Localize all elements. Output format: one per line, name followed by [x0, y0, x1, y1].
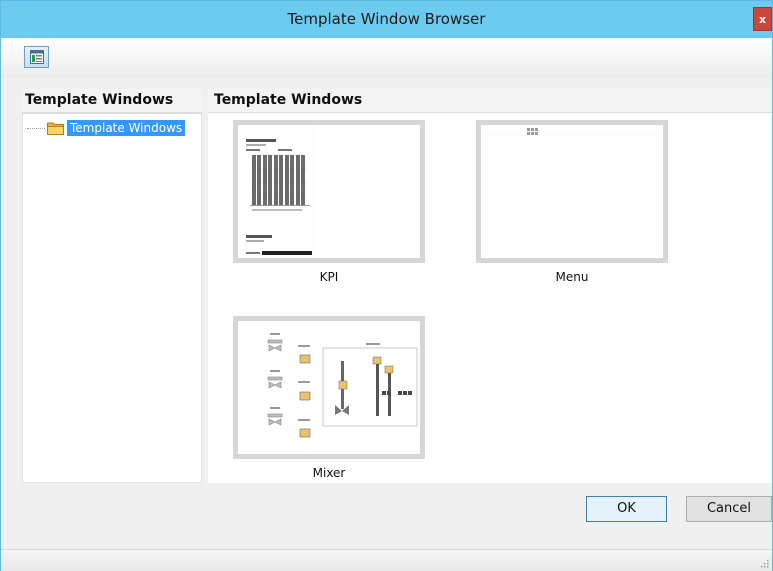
template-tree: Template Windows	[22, 113, 202, 483]
cancel-button[interactable]: Cancel	[686, 496, 772, 522]
template-label-menu: Menu	[555, 270, 589, 284]
window-layout-icon	[30, 50, 44, 64]
template-label-kpi: KPI	[319, 270, 339, 284]
menu-preview-image	[481, 125, 663, 258]
template-thumbnail-menu[interactable]	[476, 120, 668, 263]
status-bar	[1, 549, 772, 571]
kpi-preview-image	[238, 125, 420, 258]
left-panel-header: Template Windows	[22, 89, 202, 113]
mixer-preview-image	[238, 321, 420, 454]
folder-icon	[47, 122, 64, 135]
window-title: Template Window Browser	[287, 10, 486, 28]
template-thumbnail-kpi[interactable]	[233, 120, 425, 263]
toolbar	[1, 38, 772, 78]
template-thumbnail-mixer[interactable]	[233, 316, 425, 459]
right-panel-header: Template Windows	[208, 89, 772, 113]
view-toggle-button[interactable]	[24, 46, 49, 68]
tree-item-label[interactable]: Template Windows	[67, 120, 186, 136]
template-label-mixer: Mixer	[312, 466, 346, 480]
template-gallery: KPI Menu Mixer	[208, 113, 772, 483]
title-bar[interactable]: Template Window Browser x	[1, 1, 772, 38]
tree-connector	[27, 128, 45, 129]
close-button[interactable]: x	[753, 7, 772, 31]
template-window-browser-dialog: Template Window Browser x Template Windo…	[0, 0, 773, 571]
ok-button[interactable]: OK	[586, 496, 667, 522]
resize-grip-icon[interactable]	[759, 558, 769, 568]
